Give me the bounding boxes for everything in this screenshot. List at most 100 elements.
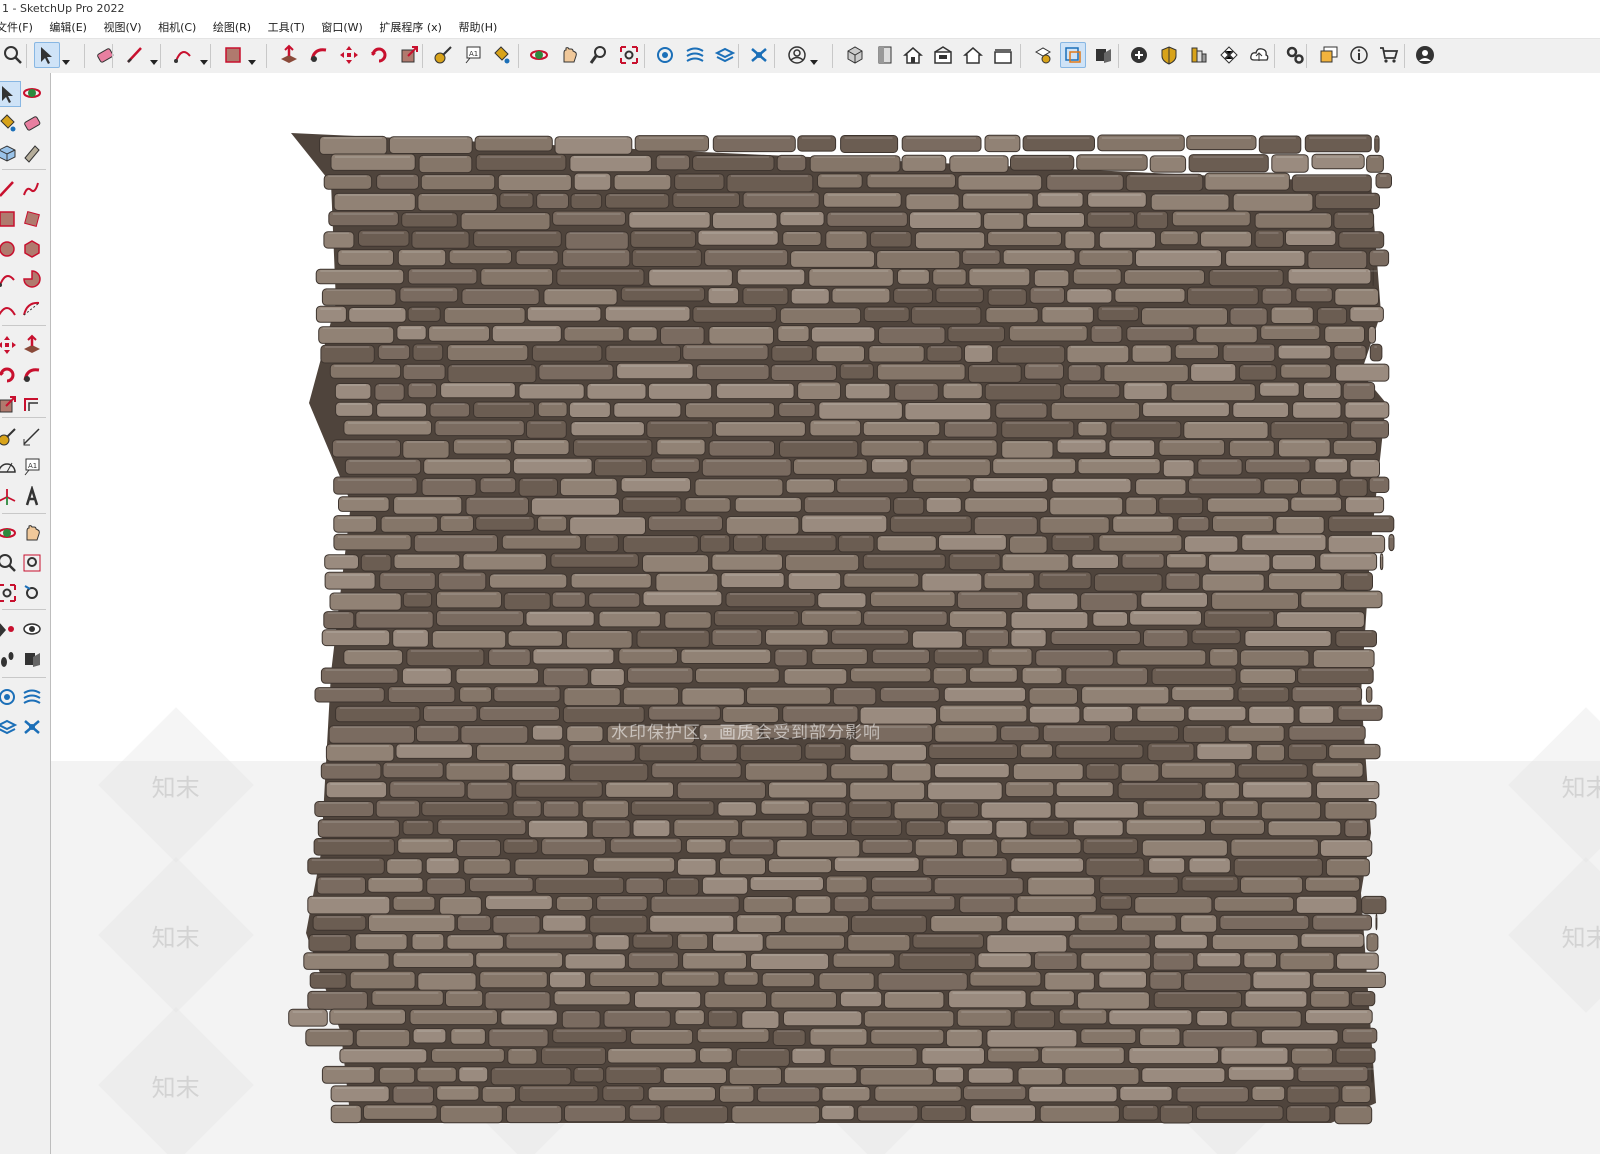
- side-previous-view-button[interactable]: [20, 581, 44, 605]
- tape-measure-button[interactable]: [430, 42, 456, 68]
- side-section-plane-button[interactable]: [20, 647, 44, 671]
- menu-window[interactable]: 窗口(W): [315, 18, 369, 38]
- left-view-button[interactable]: [990, 42, 1016, 68]
- side-component-button[interactable]: [0, 141, 19, 165]
- side-orbit-view-button[interactable]: [0, 521, 19, 545]
- iso-view-button[interactable]: [842, 42, 868, 68]
- side-layout-button[interactable]: [0, 715, 19, 739]
- side-three-point-arc-button[interactable]: [20, 297, 44, 321]
- side-rotate-button[interactable]: [0, 363, 19, 387]
- top-view-button[interactable]: [872, 42, 898, 68]
- menu-view[interactable]: 视图(V): [97, 18, 148, 38]
- chevron-down-icon[interactable]: [200, 51, 208, 65]
- account-button[interactable]: [1412, 42, 1438, 68]
- push-pull-button[interactable]: [276, 42, 302, 68]
- side-pie-button[interactable]: [20, 267, 44, 291]
- side-freehand-button[interactable]: [20, 177, 44, 201]
- side-rotated-rectangle-button[interactable]: [20, 207, 44, 231]
- side-zoom-window-button[interactable]: [20, 551, 44, 575]
- side-circle-button[interactable]: [0, 237, 19, 261]
- message-button[interactable]: [1316, 42, 1342, 68]
- side-zoom-extents-button[interactable]: [0, 581, 19, 605]
- scale-button[interactable]: [396, 42, 422, 68]
- rectangle-button[interactable]: [220, 42, 246, 68]
- settings-button[interactable]: [1282, 42, 1308, 68]
- layout-button[interactable]: [712, 42, 738, 68]
- chevron-down-icon[interactable]: [248, 51, 256, 65]
- arc-button[interactable]: [170, 42, 196, 68]
- zoom-tool-button[interactable]: [586, 42, 612, 68]
- warehouse-button[interactable]: [652, 42, 678, 68]
- eraser-button[interactable]: [92, 42, 118, 68]
- menu-help[interactable]: 帮助(H): [452, 18, 504, 38]
- menu-file[interactable]: 文件(F): [0, 18, 40, 38]
- zoom-button[interactable]: [0, 42, 26, 68]
- cloud-button[interactable]: [1246, 42, 1272, 68]
- styles-button[interactable]: [1186, 42, 1212, 68]
- rotate-button[interactable]: [366, 42, 392, 68]
- follow-me-button[interactable]: [306, 42, 332, 68]
- zoom-extents-button[interactable]: [616, 42, 642, 68]
- paint-bucket-button[interactable]: [488, 42, 514, 68]
- right-view-button[interactable]: [930, 42, 956, 68]
- sandbox-button[interactable]: [1156, 42, 1182, 68]
- front-view-button[interactable]: [900, 42, 926, 68]
- menu-tools[interactable]: 工具(T): [262, 18, 312, 38]
- stone-wall-model[interactable]: [51, 73, 1600, 1154]
- side-tag-button[interactable]: [20, 141, 44, 165]
- side-3d-text-button[interactable]: [20, 485, 44, 509]
- side-tape-measure-button[interactable]: [0, 425, 19, 449]
- side-extension-manager-button[interactable]: [20, 715, 44, 739]
- section-plane-button[interactable]: [1090, 42, 1116, 68]
- side-extension-button[interactable]: [20, 685, 44, 709]
- text-button[interactable]: A1: [460, 42, 486, 68]
- extension-warehouse-button[interactable]: [682, 42, 708, 68]
- menu-draw[interactable]: 绘图(R): [207, 18, 258, 38]
- side-dimension-button[interactable]: [20, 425, 44, 449]
- side-follow-me-button[interactable]: [20, 363, 44, 387]
- chevron-down-icon[interactable]: [150, 51, 158, 65]
- side-zoom-button[interactable]: [0, 551, 19, 575]
- side-offset-button[interactable]: [20, 393, 44, 417]
- side-look-around-button[interactable]: [20, 617, 44, 641]
- select-button[interactable]: [34, 42, 60, 68]
- chevron-down-icon[interactable]: [62, 51, 70, 65]
- info-button[interactable]: [1346, 42, 1372, 68]
- side-two-point-arc-button[interactable]: [0, 297, 19, 321]
- side-protractor-button[interactable]: [0, 455, 19, 479]
- side-push-pull-button[interactable]: [20, 333, 44, 357]
- menu-camera[interactable]: 相机(C): [152, 18, 203, 38]
- side-polygon-button[interactable]: [20, 237, 44, 261]
- side-paint-bucket-button[interactable]: [0, 111, 19, 135]
- menu-extensions[interactable]: 扩展程序 (x): [373, 18, 449, 38]
- orbit-button[interactable]: [526, 42, 552, 68]
- side-axes-button[interactable]: [0, 485, 19, 509]
- side-select-button[interactable]: [0, 81, 21, 107]
- add-location-button[interactable]: [1126, 42, 1152, 68]
- chevron-down-icon[interactable]: [810, 51, 818, 65]
- pan-button[interactable]: [556, 42, 582, 68]
- side-position-camera-button[interactable]: [0, 617, 19, 641]
- side-text-button[interactable]: A1: [20, 455, 44, 479]
- move-button[interactable]: [336, 42, 362, 68]
- side-eraser-button[interactable]: [20, 111, 44, 135]
- side-arc-button[interactable]: [0, 267, 19, 291]
- pencil-line-button[interactable]: [122, 42, 148, 68]
- side-move-button[interactable]: [0, 333, 19, 357]
- side-line-button[interactable]: [0, 177, 19, 201]
- extension-manager-button[interactable]: [746, 42, 772, 68]
- back-view-button[interactable]: [960, 42, 986, 68]
- outer-shell-button[interactable]: [1060, 42, 1086, 68]
- side-pan-button[interactable]: [20, 521, 44, 545]
- cart-button[interactable]: [1376, 42, 1402, 68]
- side-scale-button[interactable]: [0, 393, 19, 417]
- solid-tools-button[interactable]: [1030, 42, 1056, 68]
- menu-edit[interactable]: 编辑(E): [43, 18, 94, 38]
- side-orbit-button[interactable]: [20, 81, 44, 105]
- side-walk-button[interactable]: [0, 647, 19, 671]
- side-warehouse-button[interactable]: [0, 685, 19, 709]
- shadows-button[interactable]: [1216, 42, 1242, 68]
- model-viewport[interactable]: 知末知末知末知末知末知末知末知末知末知末知末知末知末知末 水印保护区，画质会受到…: [51, 73, 1600, 1154]
- user-button[interactable]: [784, 42, 810, 68]
- side-rectangle-button[interactable]: [0, 207, 19, 231]
